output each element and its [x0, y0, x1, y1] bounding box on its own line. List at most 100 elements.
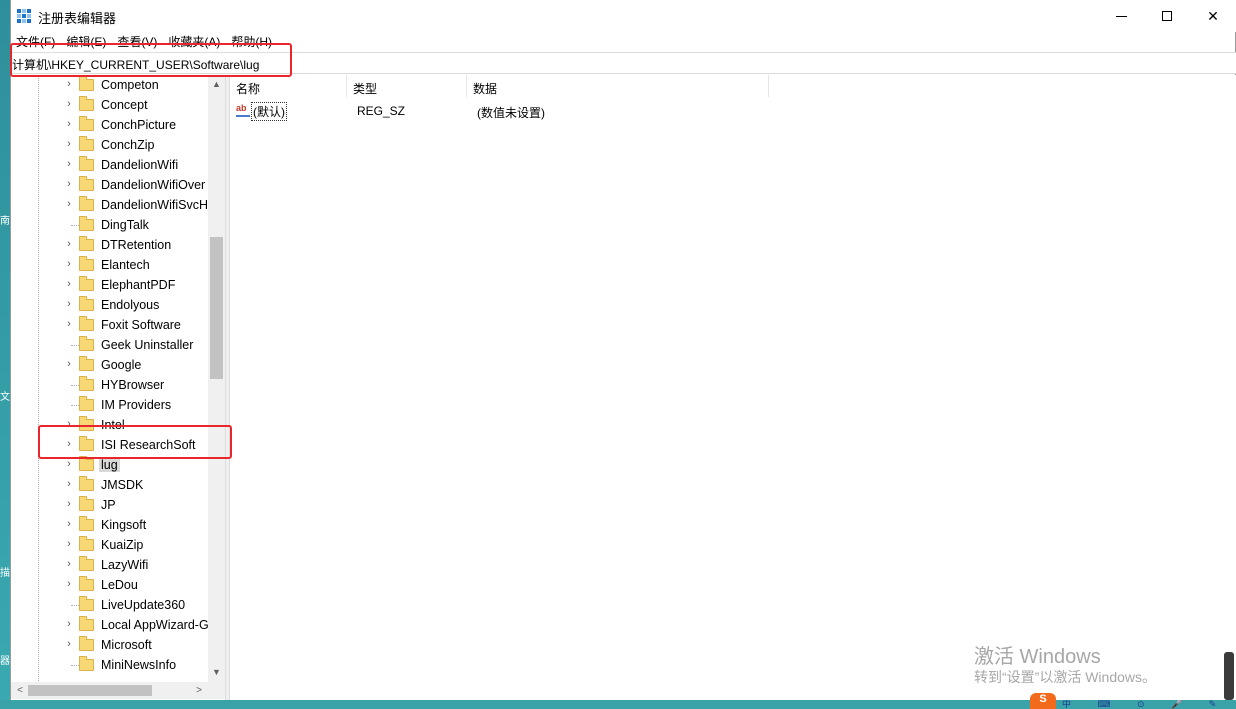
tree-item[interactable]: › lug — [11, 455, 208, 475]
chevron-right-icon[interactable]: › — [64, 518, 74, 530]
chevron-right-icon[interactable]: › — [64, 78, 74, 90]
scroll-down-icon[interactable]: ▼ — [208, 665, 225, 679]
scroll-up-icon[interactable]: ▲ — [208, 77, 225, 91]
chevron-right-icon[interactable]: › — [64, 118, 74, 130]
tree-item[interactable]: › DTRetention — [11, 235, 208, 255]
tree-item[interactable]: MiniNewsInfo — [11, 655, 208, 675]
tree-item[interactable]: › JMSDK — [11, 475, 208, 495]
chevron-right-icon[interactable]: › — [64, 238, 74, 250]
tree-item-label: Competon — [101, 78, 159, 92]
address-bar[interactable]: 计算机\HKEY_CURRENT_USER\Software\lug — [11, 52, 1236, 74]
chevron-right-icon[interactable]: › — [64, 318, 74, 330]
folder-icon — [79, 396, 94, 411]
tree-item[interactable]: › Concept — [11, 95, 208, 115]
scrollbar-thumb[interactable] — [210, 237, 223, 379]
tree-item[interactable]: › LazyWifi — [11, 555, 208, 575]
chevron-right-icon[interactable]: › — [64, 98, 74, 110]
menu-edit[interactable]: 编辑(E) — [61, 32, 112, 52]
chevron-right-icon[interactable]: › — [64, 618, 74, 630]
tree-horizontal-scrollbar[interactable]: < > — [11, 682, 208, 699]
folder-icon — [79, 256, 94, 271]
chevron-right-icon[interactable]: › — [64, 638, 74, 650]
chevron-right-icon[interactable]: › — [64, 498, 74, 510]
side-widget-handle[interactable] — [1224, 652, 1234, 700]
tree-item-label: ElephantPDF — [101, 278, 176, 292]
tree-item[interactable]: › DandelionWifi — [11, 155, 208, 175]
address-path[interactable]: 计算机\HKEY_CURRENT_USER\Software\lug — [12, 56, 259, 73]
tree-item[interactable]: DingTalk — [11, 215, 208, 235]
tree-item[interactable]: › Endolyous — [11, 295, 208, 315]
tree-item[interactable]: › Competon — [11, 75, 208, 95]
tree-item-label: Intel — [101, 418, 125, 432]
chevron-right-icon[interactable]: › — [64, 558, 74, 570]
value-data: (数值未设置) — [477, 106, 545, 120]
scroll-left-icon[interactable]: < — [13, 682, 27, 699]
tree-item[interactable]: LiveUpdate360 — [11, 595, 208, 615]
close-button[interactable]: ✕ — [1190, 0, 1236, 32]
tree-item[interactable]: IM Providers — [11, 395, 208, 415]
column-header-data[interactable]: 数据 — [467, 75, 769, 97]
tree-item[interactable]: › LeDou — [11, 575, 208, 595]
tree-item[interactable]: › Intel — [11, 415, 208, 435]
string-value-icon: ab — [236, 103, 250, 117]
folder-icon — [79, 156, 94, 171]
key-tree: › Competon › Concept › ConchPicture › ConchZip ›… — [11, 75, 225, 700]
scroll-right-icon[interactable]: > — [192, 682, 206, 699]
tree-item[interactable]: HYBrowser — [11, 375, 208, 395]
menu-favorites[interactable]: 收藏夹(A) — [163, 32, 226, 52]
system-tray-icons[interactable]: 中 ⌨ ⊙ 🎤 ✎ ⚙ — [1062, 700, 1236, 709]
chevron-right-icon[interactable]: › — [64, 358, 74, 370]
registry-editor-window: 注册表编辑器 ✕ 文件(F) 编辑(E) 查看(V) 收藏夹(A) 帮助(H) … — [10, 0, 1236, 700]
tree-item[interactable]: › Local AppWizard-G — [11, 615, 209, 635]
menu-help[interactable]: 帮助(H) — [226, 32, 278, 52]
tree-item[interactable]: › DandelionWifiOver — [11, 175, 208, 195]
column-header-name[interactable]: 名称 — [230, 75, 347, 97]
chevron-right-icon[interactable]: › — [64, 198, 74, 210]
tree-item[interactable]: › Microsoft — [11, 635, 208, 655]
tree-item[interactable]: › Kingsoft — [11, 515, 208, 535]
tree-item[interactable]: › ISI ResearchSoft — [11, 435, 208, 455]
menu-view[interactable]: 查看(V) — [112, 32, 163, 52]
tree-item[interactable]: › ElephantPDF — [11, 275, 208, 295]
chevron-right-icon[interactable]: › — [64, 418, 74, 430]
maximize-button[interactable] — [1144, 0, 1190, 32]
folder-icon — [79, 516, 94, 531]
tree-item[interactable]: › JP — [11, 495, 208, 515]
menu-file[interactable]: 文件(F) — [11, 32, 61, 52]
chevron-right-icon[interactable]: › — [64, 278, 74, 290]
tree-item[interactable]: › ConchZip — [11, 135, 208, 155]
tree-item[interactable]: › Elantech — [11, 255, 208, 275]
tree-item[interactable]: › Google — [11, 355, 208, 375]
tree-item[interactable]: › KuaiZip — [11, 535, 208, 555]
tree-connector — [71, 405, 79, 406]
tree-item-label: Geek Uninstaller — [101, 338, 194, 352]
minimize-button[interactable] — [1098, 0, 1144, 32]
chevron-right-icon[interactable]: › — [64, 478, 74, 490]
value-name[interactable]: (默认) — [251, 102, 287, 121]
tree-item[interactable]: › ConchPicture — [11, 115, 208, 135]
tree-item[interactable]: › Foxit Software — [11, 315, 208, 335]
tree-item-label: JP — [101, 498, 116, 512]
close-icon: ✕ — [1207, 7, 1219, 24]
input-method-logo-icon[interactable]: S — [1030, 693, 1056, 709]
desktop-icon-label: 文 — [0, 392, 10, 403]
tree-vertical-scrollbar[interactable]: ▲ ▼ — [208, 75, 225, 682]
title-bar[interactable]: 注册表编辑器 ✕ — [11, 0, 1236, 32]
chevron-right-icon[interactable]: › — [64, 458, 74, 470]
chevron-right-icon[interactable]: › — [64, 298, 74, 310]
chevron-right-icon[interactable]: › — [64, 538, 74, 550]
tree-item[interactable]: Geek Uninstaller — [11, 335, 208, 355]
chevron-right-icon[interactable]: › — [64, 258, 74, 270]
tree-item-label: LeDou — [101, 578, 138, 592]
tree-item[interactable]: › DandelionWifiSvcH — [11, 195, 208, 215]
scrollbar-thumb[interactable] — [28, 685, 152, 696]
activation-watermark-title: 激活 Windows — [974, 646, 1101, 668]
chevron-right-icon[interactable]: › — [64, 438, 74, 450]
chevron-right-icon[interactable]: › — [64, 178, 74, 190]
column-header-type[interactable]: 类型 — [347, 75, 467, 97]
tree-connector — [71, 225, 79, 226]
folder-icon — [79, 316, 94, 331]
chevron-right-icon[interactable]: › — [64, 138, 74, 150]
chevron-right-icon[interactable]: › — [64, 578, 74, 590]
chevron-right-icon[interactable]: › — [64, 158, 74, 170]
